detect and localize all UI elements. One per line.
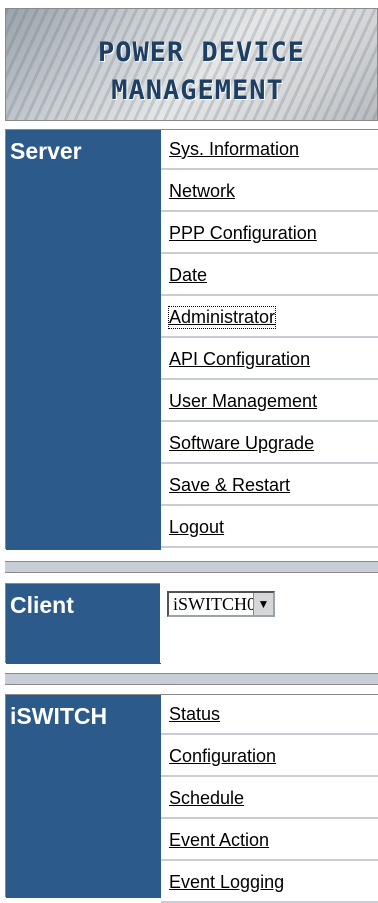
link-software-upgrade[interactable]: Software Upgrade	[169, 433, 314, 454]
menu-item-save-restart[interactable]: Save & Restart	[161, 466, 378, 506]
menu-item-event-action[interactable]: Event Action	[161, 821, 378, 861]
link-logout[interactable]: Logout	[169, 517, 224, 538]
menu-item-administrator[interactable]: Administrator	[161, 298, 378, 338]
link-status[interactable]: Status	[169, 704, 220, 725]
menu-item-user-management[interactable]: User Management	[161, 382, 378, 422]
link-administrator[interactable]: Administrator	[167, 306, 277, 329]
link-ppp-configuration[interactable]: PPP Configuration	[169, 223, 317, 244]
link-api-configuration[interactable]: API Configuration	[169, 349, 310, 370]
menu-item-api-configuration[interactable]: API Configuration	[161, 340, 378, 380]
menu-item-configuration[interactable]: Configuration	[161, 737, 378, 777]
link-network[interactable]: Network	[169, 181, 235, 202]
link-date[interactable]: Date	[169, 265, 207, 286]
menu-item-network[interactable]: Network	[161, 172, 378, 212]
menu-item-status[interactable]: Status	[161, 695, 378, 735]
client-select-value: iSWITCH02	[173, 594, 265, 614]
menu-item-logout[interactable]: Logout	[161, 508, 378, 548]
link-schedule[interactable]: Schedule	[169, 788, 244, 809]
server-header: Server	[6, 130, 161, 550]
menu-item-software-upgrade[interactable]: Software Upgrade	[161, 424, 378, 464]
link-configuration[interactable]: Configuration	[169, 746, 276, 767]
chevron-down-icon[interactable]: ▼	[253, 593, 273, 615]
client-header: Client	[6, 584, 161, 664]
link-sys-information[interactable]: Sys. Information	[169, 139, 299, 160]
link-event-logging[interactable]: Event Logging	[169, 872, 284, 893]
section-separator	[5, 561, 378, 573]
menu-item-date[interactable]: Date	[161, 256, 378, 296]
link-save-restart[interactable]: Save & Restart	[169, 475, 290, 496]
brand-banner: POWER DEVICE MANAGEMENT	[5, 8, 378, 121]
server-panel: Server Sys. Information Network PPP Conf…	[5, 129, 378, 550]
menu-item-event-logging[interactable]: Event Logging	[161, 863, 378, 903]
client-select[interactable]: iSWITCH02 ▼	[167, 591, 275, 617]
menu-item-ppp-configuration[interactable]: PPP Configuration	[161, 214, 378, 254]
section-separator	[5, 673, 378, 685]
link-event-action[interactable]: Event Action	[169, 830, 269, 851]
banner-title-line1: POWER DEVICE	[97, 37, 306, 68]
iswitch-header: iSWITCH	[6, 695, 161, 898]
menu-item-sys-information[interactable]: Sys. Information	[161, 130, 378, 170]
iswitch-panel: iSWITCH Status Configuration Schedule Ev…	[5, 694, 378, 903]
link-user-management[interactable]: User Management	[169, 391, 317, 412]
banner-title-line2: MANAGEMENT	[111, 75, 284, 106]
menu-item-schedule[interactable]: Schedule	[161, 779, 378, 819]
